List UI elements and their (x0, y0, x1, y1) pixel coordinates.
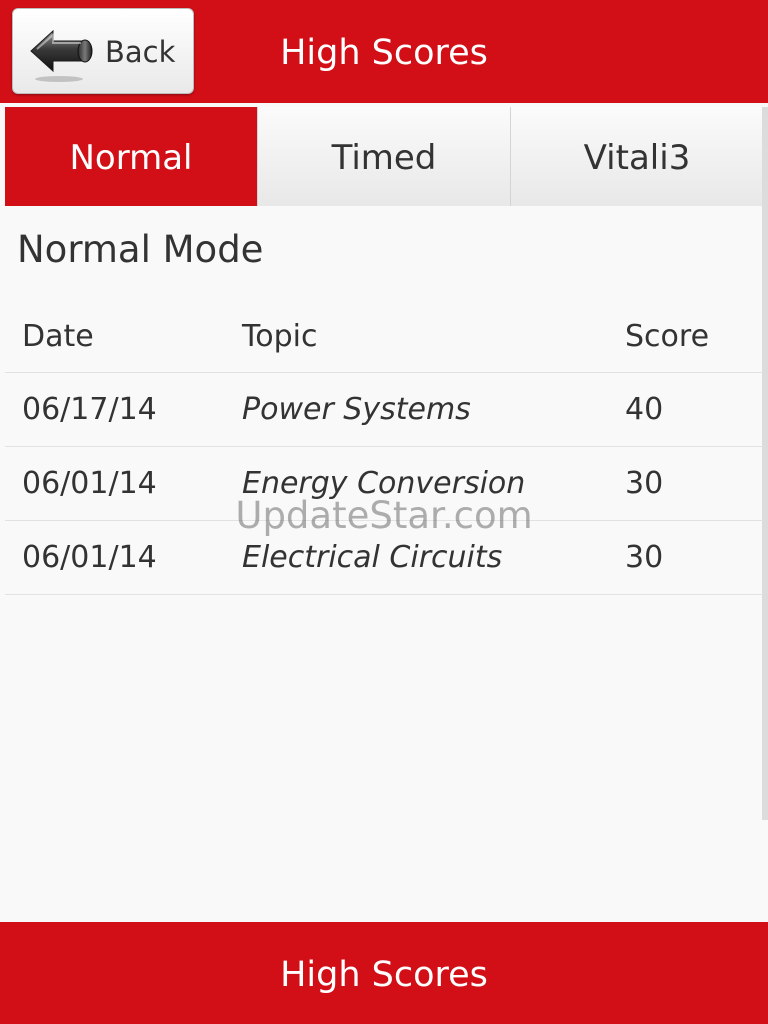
row-topic: Electrical Circuits (242, 540, 503, 575)
header-bar: Back High Scores (0, 0, 768, 103)
mode-tabs: Normal Timed Vitali3 (5, 107, 763, 206)
page-title: High Scores (280, 33, 488, 73)
table-header-row: Date Topic Score (5, 300, 763, 373)
row-score: 30 (625, 540, 664, 575)
row-topic: Power Systems (242, 392, 471, 427)
table-row: 06/17/14 Power Systems 40 (5, 373, 763, 447)
row-date: 06/01/14 (22, 540, 157, 575)
app-screen: Back High Scores Normal Timed Vitali3 No… (0, 0, 768, 1024)
tab-vitali3[interactable]: Vitali3 (510, 107, 763, 206)
scores-table: Date Topic Score 06/17/14 Power Systems … (5, 300, 763, 595)
table-row: 06/01/14 Electrical Circuits 30 (5, 521, 763, 595)
row-topic: Energy Conversion (242, 466, 526, 501)
section-title: Normal Mode (17, 228, 264, 271)
column-header-topic: Topic (242, 318, 318, 354)
column-header-date: Date (22, 318, 94, 354)
column-header-score: Score (625, 318, 710, 354)
tab-timed[interactable]: Timed (257, 107, 510, 206)
row-date: 06/17/14 (22, 392, 157, 427)
tab-normal[interactable]: Normal (5, 107, 257, 206)
footer-bar: High Scores (0, 922, 768, 1024)
table-row: 06/01/14 Energy Conversion 30 (5, 447, 763, 521)
row-score: 40 (625, 392, 664, 427)
row-score: 30 (625, 466, 664, 501)
row-date: 06/01/14 (22, 466, 157, 501)
